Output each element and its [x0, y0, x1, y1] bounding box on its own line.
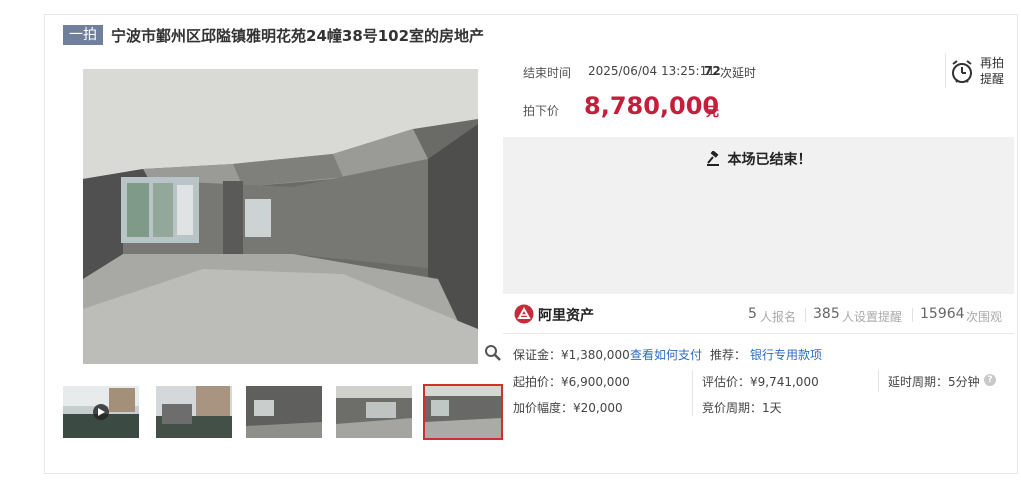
remind-label-2: 提醒	[980, 72, 1005, 86]
column-divider	[878, 370, 879, 392]
gavel-icon	[706, 150, 722, 171]
signup-count: 5	[748, 306, 757, 322]
divider	[912, 308, 913, 322]
alarm-clock-icon	[950, 58, 974, 88]
ended-text: 本场已结束！	[727, 152, 812, 168]
view-label: 次围观	[966, 310, 1003, 324]
bank-link[interactable]: 银行专用款项	[750, 346, 822, 363]
platform-name: 阿里资产	[538, 308, 594, 324]
view-count: 15964	[920, 306, 965, 322]
thumbnail-building[interactable]	[156, 386, 232, 438]
remind-button[interactable]: 再拍 提醒	[945, 54, 1006, 88]
bid-period: 竞价周期：1天	[702, 401, 782, 415]
deposit: 保证金：¥1,380,000	[513, 348, 630, 362]
deal-price: 8,780,000	[584, 92, 720, 120]
currency-unit: 元	[706, 105, 720, 120]
page-title: 宁波市鄞州区邱隘镇雅明花苑24幢38号102室的房地产	[111, 26, 485, 45]
round-badge: 一拍	[63, 25, 103, 45]
signup-label: 人报名	[760, 310, 797, 324]
recommend-label: 推荐：	[710, 348, 747, 362]
eval-price: 评估价：¥9,741,000	[702, 375, 819, 389]
column-divider	[692, 370, 693, 416]
stats-row: 阿里资产 5 人报名 385 人设置提醒 15964 次围观	[503, 295, 1014, 334]
thumbnail-video[interactable]	[63, 386, 139, 438]
end-time-value: 2025/06/04 13:25:11	[588, 64, 715, 78]
extend-label: 次延时	[720, 66, 757, 80]
pay-link[interactable]: 查看如何支付	[630, 346, 702, 363]
increment: 加价幅度：¥20,000	[513, 401, 623, 415]
zoom-icon[interactable]	[484, 344, 502, 362]
ended-message: 本场已结束！	[503, 149, 1014, 171]
end-time-label: 结束时间	[523, 66, 572, 80]
thumbnail-room-3-selected[interactable]	[423, 384, 503, 440]
help-icon[interactable]: ?	[984, 374, 996, 386]
reminder-label: 人设置提醒	[842, 310, 903, 324]
remind-label-1: 再拍	[980, 56, 1005, 70]
title-row: 一拍 宁波市鄞州区邱隘镇雅明花苑24幢38号102室的房地产	[63, 24, 484, 46]
thumbnail-room-2[interactable]	[336, 386, 412, 438]
divider	[805, 308, 806, 322]
thumbnail-room-1[interactable]	[246, 386, 322, 438]
main-photo[interactable]	[83, 69, 478, 364]
reminder-count: 385	[813, 306, 840, 322]
ali-asset-logo-icon	[514, 304, 534, 328]
delay-period: 延时周期：5分钟	[888, 375, 980, 389]
start-price: 起拍价：¥6,900,000	[513, 375, 630, 389]
extend-count: 72	[704, 64, 721, 78]
ended-panel: 本场已结束！	[503, 137, 1014, 294]
deal-price-label: 拍下价	[523, 104, 560, 118]
